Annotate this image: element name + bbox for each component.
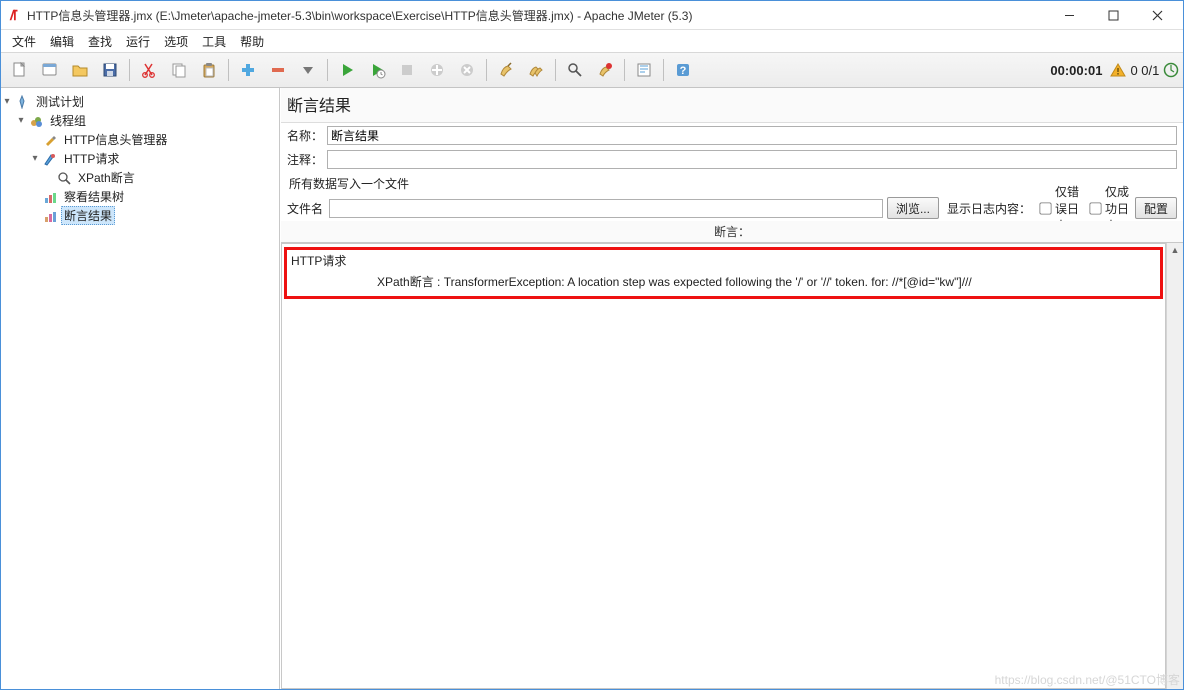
stop-icon[interactable] <box>394 57 420 83</box>
test-plan-icon <box>14 94 30 110</box>
clear-icon[interactable] <box>493 57 519 83</box>
name-row: 名称： <box>281 123 1183 147</box>
toolbar-separator <box>228 59 229 81</box>
menu-file[interactable]: 文件 <box>5 31 43 52</box>
titlebar: HTTP信息头管理器.jmx (E:\Jmeter\apache-jmeter-… <box>1 1 1183 30</box>
stop-remote-icon[interactable] <box>454 57 480 83</box>
toolbar-separator <box>486 59 487 81</box>
browse-button[interactable]: 浏览... <box>887 197 939 219</box>
menubar: 文件 编辑 查找 运行 选项 工具 帮助 <box>1 30 1183 53</box>
run-no-timers-icon[interactable] <box>364 57 390 83</box>
show-log-label: 显示日志内容： <box>947 200 1031 217</box>
reset-search-icon[interactable] <box>592 57 618 83</box>
menu-help[interactable]: 帮助 <box>233 31 271 52</box>
new-file-icon[interactable] <box>7 57 33 83</box>
tree-label: HTTP请求 <box>61 149 122 168</box>
close-button[interactable] <box>1135 4 1179 26</box>
tree-label: XPath断言 <box>75 168 138 187</box>
toolbar-separator <box>327 59 328 81</box>
thread-group-icon <box>28 113 44 129</box>
content-area: ▾ 测试计划 ▾ 线程组 HTTP信息头管理器 ▾ HTTP请求 XPath断言 <box>1 88 1183 689</box>
toggle-icon[interactable] <box>295 57 321 83</box>
run-status: 0 0/1 <box>1108 62 1179 78</box>
results-area: HTTP请求 XPath断言 : TransformerException: A… <box>281 243 1183 689</box>
menu-run[interactable]: 运行 <box>119 31 157 52</box>
comment-row: 注释： <box>281 147 1183 171</box>
toolbar-separator <box>624 59 625 81</box>
scroll-up-icon[interactable]: ▲ <box>1171 245 1180 255</box>
sampler-icon <box>42 151 58 167</box>
tree-twisty-icon[interactable]: ▾ <box>29 153 41 164</box>
filename-label: 文件名 <box>287 200 329 217</box>
tree-label: HTTP信息头管理器 <box>61 130 170 149</box>
copy-icon[interactable] <box>166 57 192 83</box>
error-count: 0 <box>1130 63 1137 78</box>
tree-label: 断言结果 <box>61 206 115 225</box>
test-plan-tree[interactable]: ▾ 测试计划 ▾ 线程组 HTTP信息头管理器 ▾ HTTP请求 XPath断言 <box>1 88 280 689</box>
write-all-label: 所有数据写入一个文件 <box>287 175 409 192</box>
name-input[interactable] <box>327 126 1177 145</box>
toolbar: ? 00:00:01 0 0/1 <box>1 53 1183 88</box>
help-icon[interactable]: ? <box>670 57 696 83</box>
tree-node-xpath-assertion[interactable]: XPath断言 <box>1 168 279 187</box>
menu-options[interactable]: 选项 <box>157 31 195 52</box>
shutdown-icon[interactable] <box>424 57 450 83</box>
toolbar-separator <box>663 59 664 81</box>
window-title: HTTP信息头管理器.jmx (E:\Jmeter\apache-jmeter-… <box>27 7 1047 24</box>
tree-node-test-plan[interactable]: ▾ 测试计划 <box>1 92 279 111</box>
config-icon <box>42 132 58 148</box>
menu-search[interactable]: 查找 <box>81 31 119 52</box>
result-assertion-message: XPath断言 : TransformerException: A locati… <box>287 269 1160 296</box>
assertion-icon <box>56 170 72 186</box>
assertion-column-header: 断言： <box>281 221 1183 243</box>
listener-icon <box>42 189 58 205</box>
panel-title: 断言结果 <box>281 88 1183 123</box>
tree-node-view-results-tree[interactable]: 察看结果树 <box>1 187 279 206</box>
run-icon[interactable] <box>334 57 360 83</box>
running-indicator-icon <box>1163 62 1179 78</box>
configure-button[interactable]: 配置 <box>1135 197 1177 219</box>
tree-node-assertion-results[interactable]: 断言结果 <box>1 206 279 225</box>
editor-panel: 断言结果 名称： 注释： 所有数据写入一个文件 文件名 浏览... 显示日志内容… <box>280 88 1183 689</box>
tree-node-thread-group[interactable]: ▾ 线程组 <box>1 111 279 130</box>
tree-label: 线程组 <box>47 111 89 130</box>
maximize-button[interactable] <box>1091 4 1135 26</box>
menu-tools[interactable]: 工具 <box>195 31 233 52</box>
comment-label: 注释： <box>287 151 327 168</box>
tree-twisty-icon[interactable]: ▾ <box>15 115 27 126</box>
filename-row: 文件名 浏览... 显示日志内容： 仅错误日志 仅成功日志 配置 <box>281 195 1183 221</box>
toolbar-separator <box>129 59 130 81</box>
tree-node-header-manager[interactable]: HTTP信息头管理器 <box>1 130 279 149</box>
comment-input[interactable] <box>327 150 1177 169</box>
toolbar-separator <box>555 59 556 81</box>
warning-icon <box>1110 62 1126 78</box>
elapsed-timer: 00:00:01 <box>1050 63 1102 78</box>
tree-label: 测试计划 <box>33 92 87 111</box>
expand-icon[interactable] <box>235 57 261 83</box>
function-helper-icon[interactable] <box>631 57 657 83</box>
save-icon[interactable] <box>97 57 123 83</box>
name-label: 名称： <box>287 127 327 144</box>
paste-icon[interactable] <box>196 57 222 83</box>
vertical-scrollbar[interactable]: ▲ <box>1166 243 1183 689</box>
search-icon[interactable] <box>562 57 588 83</box>
tree-label: 察看结果树 <box>61 187 127 206</box>
collapse-icon[interactable] <box>265 57 291 83</box>
results-body[interactable]: HTTP请求 XPath断言 : TransformerException: A… <box>281 243 1166 689</box>
svg-text:?: ? <box>680 65 687 77</box>
clear-all-icon[interactable] <box>523 57 549 83</box>
filename-input[interactable] <box>329 199 883 218</box>
templates-icon[interactable] <box>37 57 63 83</box>
thread-count: 0/1 <box>1141 63 1159 78</box>
open-icon[interactable] <box>67 57 93 83</box>
app-logo-icon <box>7 8 21 22</box>
cut-icon[interactable] <box>136 57 162 83</box>
tree-twisty-icon[interactable]: ▾ <box>1 96 13 107</box>
minimize-button[interactable] <box>1047 4 1091 26</box>
menu-edit[interactable]: 编辑 <box>43 31 81 52</box>
result-sampler-name: HTTP请求 <box>287 250 1160 269</box>
highlighted-result: HTTP请求 XPath断言 : TransformerException: A… <box>284 247 1163 299</box>
tree-node-http-request[interactable]: ▾ HTTP请求 <box>1 149 279 168</box>
listener-icon <box>42 208 58 224</box>
